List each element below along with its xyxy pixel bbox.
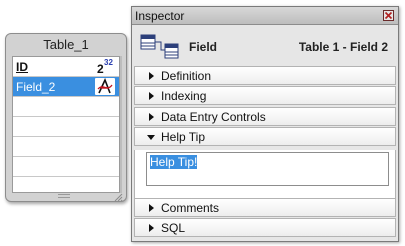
section-label: Indexing bbox=[161, 89, 207, 103]
triangle-right-icon bbox=[149, 204, 154, 212]
text-type-icon bbox=[95, 77, 115, 95]
field-name-id: ID bbox=[16, 60, 28, 74]
triangle-down-icon bbox=[147, 135, 155, 140]
section-label: SQL bbox=[161, 221, 186, 235]
svg-text:2: 2 bbox=[97, 62, 104, 75]
table-widget[interactable]: Table_1 ID 2 32 Field_2 bbox=[5, 33, 127, 202]
section-label: Comments bbox=[161, 201, 220, 215]
close-icon[interactable] bbox=[383, 10, 394, 21]
empty-row bbox=[13, 117, 119, 137]
triangle-right-icon bbox=[149, 92, 154, 100]
help-tip-textarea[interactable]: Help Tip! bbox=[146, 152, 389, 186]
section-label: Definition bbox=[161, 69, 212, 83]
triangle-right-icon bbox=[149, 72, 154, 80]
table-title: Table_1 bbox=[43, 37, 89, 52]
field-name-field-2: Field_2 bbox=[16, 80, 56, 94]
section-label: Data Entry Controls bbox=[161, 110, 266, 124]
inspector-titlebar[interactable]: Inspector bbox=[132, 7, 398, 25]
section-label: Help Tip bbox=[161, 130, 206, 144]
section-sql[interactable]: SQL bbox=[134, 218, 396, 237]
section-help-tip[interactable]: Help Tip bbox=[134, 127, 396, 146]
table-resize-grip[interactable] bbox=[58, 194, 70, 198]
empty-row bbox=[13, 97, 119, 117]
inspector-kind: Field bbox=[189, 40, 218, 54]
svg-text:32: 32 bbox=[104, 58, 113, 67]
field-table-icon bbox=[140, 34, 180, 60]
inspector-path: Table 1 - Field 2 bbox=[298, 40, 388, 54]
section-definition[interactable]: Definition bbox=[134, 66, 396, 85]
field-row-field-2[interactable]: Field_2 bbox=[13, 77, 119, 97]
help-tip-panel: Help Tip! bbox=[134, 150, 396, 198]
inspector-header: Field Table 1 - Field 2 bbox=[132, 26, 398, 68]
table-scrollbar[interactable] bbox=[120, 56, 122, 193]
triangle-right-icon bbox=[149, 224, 154, 232]
field-row-id[interactable]: ID 2 32 bbox=[13, 57, 119, 77]
longint-type-icon: 2 32 bbox=[95, 58, 115, 76]
resize-corner-icon[interactable] bbox=[114, 189, 123, 202]
inspector-window[interactable]: Inspector Field Table 1 - Field 2 Defini… bbox=[131, 6, 399, 242]
section-indexing[interactable]: Indexing bbox=[134, 86, 396, 105]
field-list[interactable]: ID 2 32 Field_2 bbox=[12, 56, 120, 193]
section-data-entry-controls[interactable]: Data Entry Controls bbox=[134, 107, 396, 126]
section-comments[interactable]: Comments bbox=[134, 198, 396, 217]
triangle-right-icon bbox=[149, 113, 154, 121]
inspector-title: Inspector bbox=[135, 9, 185, 23]
help-tip-text: Help Tip! bbox=[150, 155, 198, 169]
empty-row bbox=[13, 157, 119, 177]
empty-row bbox=[13, 137, 119, 157]
